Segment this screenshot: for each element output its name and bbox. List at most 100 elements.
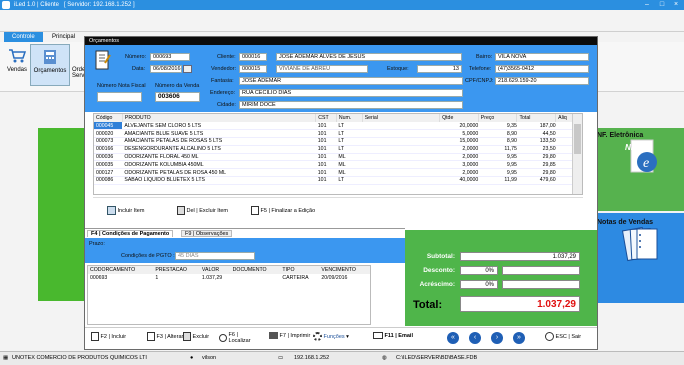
vendedor-name-field[interactable]: VIVIANE DE ABREU	[276, 65, 368, 73]
maximize-button[interactable]: □	[655, 0, 669, 10]
divider	[93, 197, 583, 198]
table-row[interactable]: 000073 AMACIANTE PETALAS DE ROSAS 5 LTS 10…	[94, 137, 582, 146]
table-row[interactable]: 000166 DESENGORDURANTE ALCALINO 5 LTS 101 L…	[94, 145, 582, 154]
table-cell: 101	[315, 137, 337, 146]
table-row[interactable]: 000127 ODORIZANTE PETALAS DE ROSA 450 ML 1…	[94, 168, 582, 178]
table-cell: ML	[336, 168, 363, 178]
table-cell: 000045	[94, 122, 123, 131]
nota-fiscal-field[interactable]	[97, 92, 142, 102]
table-row[interactable]: 000020 AMACIANTE BLUE SUAVE 5 LTS 101 LT 5,0…	[94, 129, 582, 139]
orcamentos-button[interactable]: Orçamentos	[30, 44, 70, 86]
payment-column-header[interactable]: VALOR	[199, 266, 231, 274]
items-column-header[interactable]: Código	[94, 114, 123, 122]
table-row[interactable]: 000045 ALVEJANTE SEM CLORO 5 LTS 101 LT 20,0…	[94, 122, 582, 131]
cliente-code-field[interactable]: 000016	[239, 53, 267, 61]
grid-scrollbar[interactable]	[572, 114, 582, 194]
items-column-header[interactable]: Num.	[336, 114, 363, 122]
payment-column-header[interactable]: DOCUMENTO	[230, 266, 281, 274]
desconto-field[interactable]: 0%	[460, 266, 498, 275]
table-cell: 29,85	[516, 160, 556, 170]
orcamentos-dialog: Orçamentos Número: 000693 Data: 06/08/20…	[84, 36, 598, 350]
svg-text:e: e	[643, 156, 649, 171]
next-record-icon[interactable]: ›	[491, 332, 503, 344]
excluir-label: Excluir	[192, 333, 210, 340]
printer-icon	[269, 332, 278, 339]
cidade-field[interactable]: MIRIM DOCE	[239, 101, 463, 109]
table-cell: LT	[336, 122, 363, 131]
estoque-field: 13	[417, 65, 462, 73]
table-cell: 44,50	[516, 129, 556, 139]
payment-column-header[interactable]: CODORCAMENTO	[88, 266, 154, 274]
condicoes-label: Condições de PGTO :	[121, 253, 175, 259]
tab-condicoes-pagamento[interactable]: F4 | Condições de Pagamento	[87, 230, 174, 237]
incluir-button[interactable]: F2 | Incluir	[91, 332, 126, 341]
table-cell: 000035	[94, 160, 123, 170]
acrescimo-value-field[interactable]	[502, 280, 580, 289]
condicoes-select[interactable]: 45 DIAS	[175, 252, 255, 260]
last-record-icon[interactable]: »	[513, 332, 525, 344]
numero-field[interactable]: 000693	[150, 53, 190, 61]
dialog-title: Orçamentos	[85, 37, 597, 45]
fantasia-label: Fantasia:	[211, 78, 234, 84]
desconto-label: Desconto:	[423, 267, 455, 274]
table-cell: 000073	[94, 137, 123, 146]
table-row[interactable]: 000036 ODORIZANTE FLORAL 450 ML 101 ML 2,000…	[94, 153, 582, 162]
vendas-button[interactable]: Vendas	[3, 44, 31, 86]
localizar-button[interactable]: F6 | Localizar	[219, 332, 253, 344]
cliente-name-field[interactable]: JOSE ADEMAR ALVES DE JESUS	[276, 53, 462, 61]
endereco-field[interactable]: RUA CECILIO DIAS	[239, 89, 463, 97]
email-button[interactable]: F11 | Email	[373, 332, 413, 339]
table-cell: 15,0000	[439, 137, 479, 146]
close-button[interactable]: ×	[669, 0, 683, 10]
desconto-value-field[interactable]	[502, 266, 580, 275]
table-cell: ODORIZANTE KOLUMBIA 450ML	[122, 160, 316, 170]
items-column-header[interactable]: Qtde	[439, 114, 479, 122]
table-cell: 9,35	[478, 122, 517, 131]
excluir-item-button[interactable]: Del | Excluir Item	[177, 205, 228, 217]
bairro-field[interactable]: VILA NOVA	[495, 53, 589, 61]
payment-column-header[interactable]: VENCIMENTO	[319, 266, 370, 274]
notas-tile[interactable]: Notas de Vendas	[597, 213, 684, 303]
telefone-field[interactable]: (47)3565-0412	[495, 65, 589, 73]
vendedor-code-field[interactable]: 000015	[239, 65, 267, 73]
scrollbar-thumb[interactable]	[574, 124, 581, 154]
items-column-header[interactable]: Preço	[478, 114, 518, 122]
payment-column-header[interactable]: PRESTACAO	[153, 266, 200, 274]
items-column-header[interactable]: PRODUTO	[122, 114, 317, 122]
items-column-header[interactable]: CST	[315, 114, 337, 122]
incluir-item-button[interactable]: Incluir Item	[107, 205, 144, 217]
sair-button[interactable]: ESC | Sair	[545, 332, 581, 341]
table-cell: 11,99	[478, 176, 517, 185]
nfe-tile[interactable]: NF. Eletrônica e NF	[597, 128, 684, 211]
table-cell	[362, 168, 440, 178]
minimize-button[interactable]: –	[640, 0, 654, 10]
add-icon	[91, 332, 99, 341]
items-column-header[interactable]: Total	[516, 114, 557, 122]
table-row[interactable]: 000035 ODORIZANTE KOLUMBIA 450ML 101 ML 3,00…	[94, 160, 582, 170]
funcoes-button[interactable]: Funções ▾	[313, 332, 349, 341]
payment-grid[interactable]: CODORCAMENTO PRESTACAO VALOR DOCUMENTO TIPO V…	[87, 265, 371, 325]
table-cell	[362, 145, 440, 154]
fantasia-field[interactable]: JOSE ADEMAR	[239, 77, 463, 85]
excluir-button[interactable]: Excluir	[183, 332, 209, 341]
first-record-icon[interactable]: «	[447, 332, 459, 344]
table-cell: 479,60	[516, 176, 556, 185]
alterar-button[interactable]: F3 | Alterar	[147, 332, 183, 341]
date-picker-button[interactable]	[183, 65, 192, 73]
payment-column-header[interactable]: TIPO	[280, 266, 320, 274]
acrescimo-label: Acréscimo:	[419, 281, 455, 288]
items-column-header[interactable]: Serial	[362, 114, 441, 122]
cpf-field[interactable]: 218.629.159-20	[495, 77, 589, 85]
user-name: vilson	[202, 355, 217, 361]
finalizar-edicao-button[interactable]: F5 | Finalizar a Edição	[251, 205, 315, 217]
table-cell: 11,75	[478, 145, 517, 154]
acrescimo-field[interactable]: 0%	[460, 280, 498, 289]
imprimir-button[interactable]: F7 | Imprimir	[269, 332, 310, 339]
payment-cell: CARTEIRA	[282, 275, 309, 281]
payment-row[interactable]: 000693 1 1.037,29 CARTEIRA 20/09/2016	[88, 274, 370, 282]
tab-observacoes[interactable]: F9 | Observações	[181, 230, 233, 237]
previous-record-icon[interactable]: ‹	[469, 332, 481, 344]
items-grid[interactable]: Código PRODUTO CST Num. Serial Qtde Preço Total…	[93, 113, 583, 195]
data-field[interactable]: 06/08/2016	[150, 65, 182, 73]
table-row[interactable]: 000086 SABAO LIQUIDO BLUETEX 5 LTS 101 LT 40…	[94, 176, 582, 185]
